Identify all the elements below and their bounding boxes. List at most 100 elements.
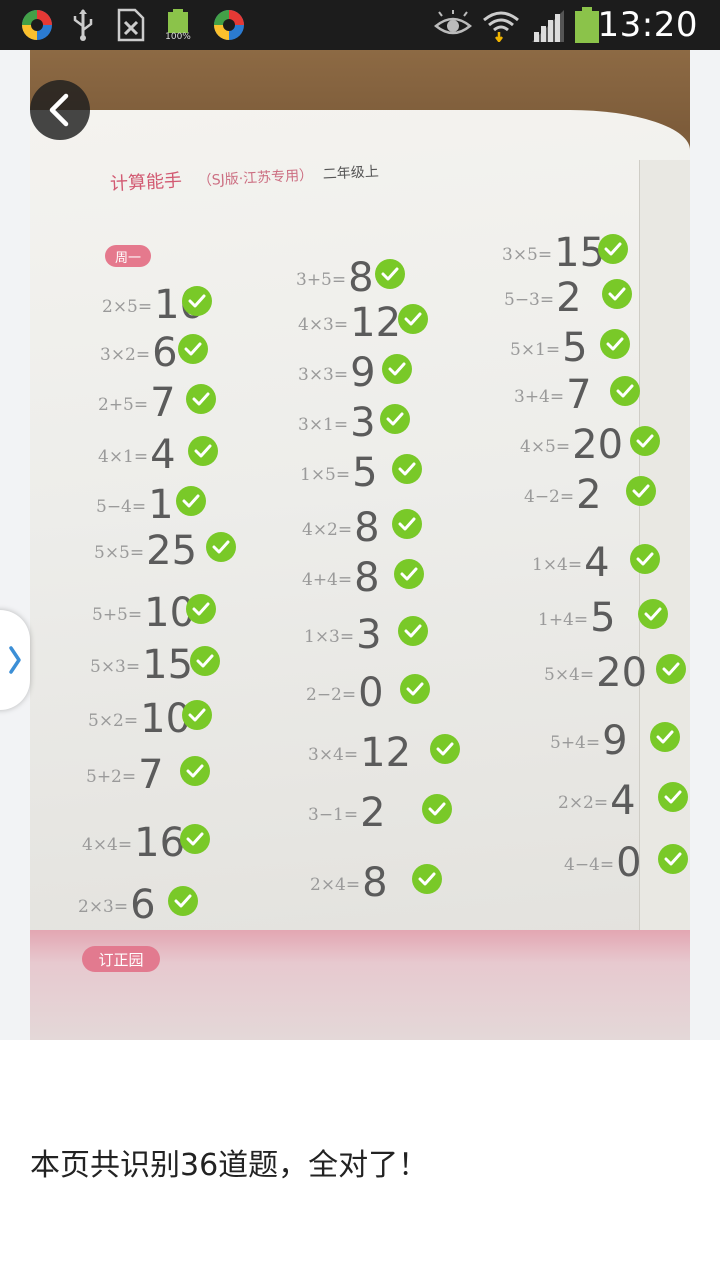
equation-answer: 5	[590, 595, 616, 641]
equation-answer: 20	[596, 650, 648, 696]
correct-check-icon	[182, 700, 212, 730]
correct-check-icon	[658, 782, 688, 812]
chevron-right-icon	[9, 646, 21, 674]
equation-item: 1×4=4	[532, 540, 610, 586]
usb-icon	[70, 8, 96, 42]
correct-check-icon	[180, 756, 210, 786]
equation-answer: 15	[142, 642, 194, 688]
equation-question: 5×3=	[90, 657, 141, 677]
worksheet-photo: 计算能手 （SJ版·江苏专用） 二年级上 周一 订正园 2×5=10 3×2=6 2…	[30, 50, 690, 1040]
equation-answer: 8	[354, 505, 380, 551]
equation-question: 4×5=	[520, 437, 571, 457]
equation-item: 5+5=10	[92, 590, 195, 636]
equation-answer: 5	[562, 325, 588, 371]
equation-question: 3+4=	[514, 387, 565, 407]
equation-question: 4−2=	[524, 487, 575, 507]
equation-item: 4×2=8	[302, 505, 380, 551]
equation-answer: 0	[358, 670, 384, 716]
equation-item: 2+5=7	[98, 380, 176, 426]
correct-check-icon	[630, 544, 660, 574]
equation-answer: 4	[584, 540, 610, 586]
equation-answer: 12	[350, 300, 402, 346]
equation-item: 4×4=16	[82, 820, 185, 866]
correct-check-icon	[380, 404, 410, 434]
equation-item: 5×2=10	[88, 696, 191, 742]
equation-answer: 20	[572, 422, 624, 468]
correct-check-icon	[398, 616, 428, 646]
correct-check-icon	[190, 646, 220, 676]
equation-question: 1×3=	[304, 627, 355, 647]
equation-item: 5−3=2	[504, 275, 582, 321]
correct-check-icon	[398, 304, 428, 334]
equation-question: 5+5=	[92, 605, 143, 625]
correct-check-icon	[394, 559, 424, 589]
equation-question: 5+2=	[86, 767, 137, 787]
equation-item: 5+2=7	[86, 752, 164, 798]
battery-full-icon: 100%	[165, 8, 191, 42]
equation-question: 3−1=	[308, 805, 359, 825]
equation-question: 1×4=	[532, 555, 583, 575]
app-logo-icon	[20, 8, 54, 42]
equation-answer: 4	[150, 432, 176, 478]
correct-check-icon	[412, 864, 442, 894]
equation-question: 5+4=	[550, 733, 601, 753]
equation-question: 1+4=	[538, 610, 589, 630]
equation-item: 4×1=4	[98, 432, 176, 478]
equation-question: 4−4=	[564, 855, 615, 875]
equation-item: 1×5=5	[300, 450, 378, 496]
equation-question: 5×1=	[510, 340, 561, 360]
equation-item: 4−4=0	[564, 840, 642, 886]
equation-question: 4×4=	[82, 835, 133, 855]
equation-answer: 7	[138, 752, 164, 798]
equation-answer: 0	[616, 840, 642, 886]
correct-check-icon	[180, 824, 210, 854]
equation-question: 3×1=	[298, 415, 349, 435]
correct-check-icon	[186, 594, 216, 624]
signal-icon	[530, 8, 566, 42]
equation-item: 4×5=20	[520, 422, 623, 468]
equation-item: 2×3=6	[78, 882, 156, 928]
correct-check-icon	[422, 794, 452, 824]
equation-question: 5×4=	[544, 665, 595, 685]
equation-question: 4×3=	[298, 315, 349, 335]
correct-check-icon	[602, 279, 632, 309]
equation-item: 3×3=9	[298, 350, 376, 396]
equation-answer: 2	[360, 790, 386, 836]
correct-check-icon	[598, 234, 628, 264]
result-summary: 本页共识别36道题，全对了！	[30, 1148, 429, 1183]
equation-item: 3+5=8	[296, 255, 374, 301]
equation-answer: 12	[360, 730, 412, 776]
equation-item: 4+4=8	[302, 555, 380, 601]
equation-question: 2×4=	[310, 875, 361, 895]
equation-item: 4−2=2	[524, 472, 602, 518]
equation-item: 3×2=6	[100, 330, 178, 376]
equation-item: 2×2=4	[558, 778, 636, 824]
correct-check-icon	[430, 734, 460, 764]
chevron-left-icon	[49, 93, 69, 127]
battery-percent-label: 100%	[165, 31, 191, 42]
equation-question: 5−3=	[504, 290, 555, 310]
equation-answer: 3	[356, 612, 382, 658]
equation-answer: 4	[610, 778, 636, 824]
equation-question: 5−4=	[96, 497, 147, 517]
correct-check-icon	[382, 354, 412, 384]
side-expand-tab[interactable]	[0, 610, 30, 710]
wifi-icon	[482, 8, 520, 42]
back-button[interactable]	[30, 80, 90, 140]
equation-question: 5×2=	[88, 711, 139, 731]
correct-check-icon	[168, 886, 198, 916]
equation-item: 5×3=15	[90, 642, 193, 688]
week-tag: 周一	[105, 245, 151, 267]
equation-answer: 3	[350, 400, 376, 446]
equation-item: 3×5=15	[502, 230, 605, 276]
equation-question: 3+5=	[296, 270, 347, 290]
equation-question: 3×4=	[308, 745, 359, 765]
equation-question: 4×1=	[98, 447, 149, 467]
equation-answer: 1	[148, 482, 174, 528]
correction-tag: 订正园	[82, 946, 160, 972]
correct-check-icon	[400, 674, 430, 704]
correct-check-icon	[375, 259, 405, 289]
equation-answer: 5	[352, 450, 378, 496]
book-grade: 二年级上	[322, 163, 380, 183]
equation-question: 5×5=	[94, 543, 145, 563]
